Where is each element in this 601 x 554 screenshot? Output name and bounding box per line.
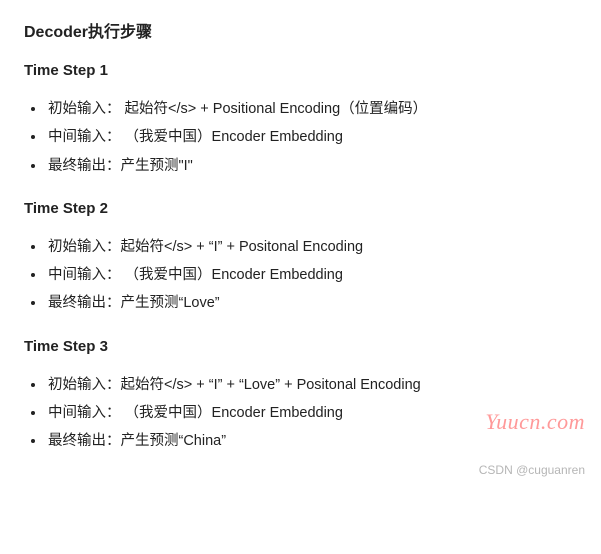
page-title: Decoder执行步骤	[24, 18, 577, 42]
time-step-1: Time Step 1 初始输入： 起始符</s> + Positional E…	[24, 62, 577, 180]
list-item: 最终输出：产生预测“China”	[46, 427, 577, 455]
step-heading: Time Step 3	[24, 338, 577, 355]
list-item: 中间输入： （我爱中国）Encoder Embedding	[46, 123, 577, 151]
time-step-2: Time Step 2 初始输入：起始符</s> + “I” + Positon…	[24, 200, 577, 318]
list-item: 最终输出：产生预测"I"	[46, 152, 577, 180]
list-item: 初始输入：起始符</s> + “I” + Positonal Encoding	[46, 233, 577, 261]
list-item: 最终输出：产生预测“Love”	[46, 289, 577, 317]
step-list: 初始输入： 起始符</s> + Positional Encoding（位置编码…	[24, 95, 577, 180]
step-list: 初始输入：起始符</s> + “I” + Positonal Encoding …	[24, 233, 577, 318]
list-item: 初始输入：起始符</s> + “I” + “Love” + Positonal …	[46, 371, 577, 399]
step-heading: Time Step 2	[24, 200, 577, 217]
list-item: 中间输入： （我爱中国）Encoder Embedding	[46, 261, 577, 289]
step-list: 初始输入：起始符</s> + “I” + “Love” + Positonal …	[24, 371, 577, 456]
list-item: 中间输入： （我爱中国）Encoder Embedding	[46, 399, 577, 427]
list-item: 初始输入： 起始符</s> + Positional Encoding（位置编码…	[46, 95, 577, 123]
step-heading: Time Step 1	[24, 62, 577, 79]
watermark-author: CSDN @cuguanren	[479, 463, 585, 477]
time-step-3: Time Step 3 初始输入：起始符</s> + “I” + “Love” …	[24, 338, 577, 456]
